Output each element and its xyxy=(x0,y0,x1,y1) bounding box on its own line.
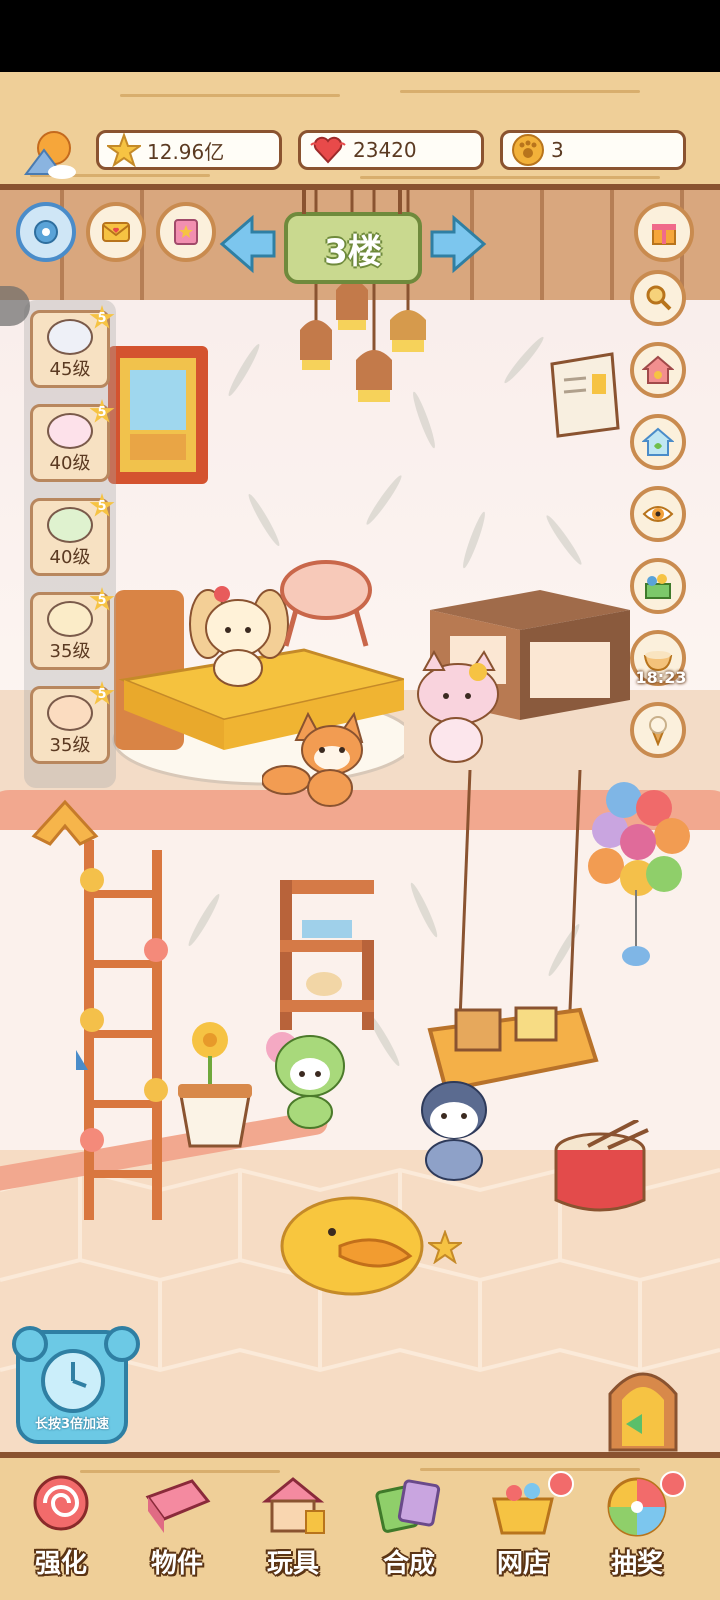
cooldown-timer: 18:23 xyxy=(635,668,687,687)
star-icon xyxy=(107,133,141,167)
pet-avatar xyxy=(47,695,93,731)
fox-pet[interactable] xyxy=(262,700,372,810)
treasure-box-icon xyxy=(645,574,671,599)
weather-sun-icon[interactable] xyxy=(22,128,78,180)
nav-upgrade[interactable]: 强化 xyxy=(6,1465,116,1595)
pet-level-panel: 5 45级 5 40级 5 40级 5 35级 5 35级 xyxy=(24,300,116,788)
eye-button[interactable] xyxy=(630,486,686,542)
nav-label: 合成 xyxy=(382,1549,435,1579)
pet-star-badge: 5 xyxy=(89,305,115,329)
paw-house-icon xyxy=(642,355,674,384)
green-house-icon xyxy=(642,427,674,456)
settings-button[interactable] xyxy=(16,202,76,262)
pet-star-badge: 5 xyxy=(89,399,115,423)
pet-avatar xyxy=(47,319,93,355)
treasure-box-button[interactable] xyxy=(630,558,686,614)
stars-value: 12.96亿 xyxy=(147,139,225,164)
prev-floor-arrow[interactable] xyxy=(218,214,278,274)
book-icon xyxy=(174,219,198,245)
lollipop-icon xyxy=(33,1475,89,1531)
round-mirror-table[interactable] xyxy=(276,560,376,650)
wall-calendar[interactable] xyxy=(546,340,626,450)
shop-notification-dot xyxy=(548,1471,574,1497)
lottery-notification-dot xyxy=(660,1471,686,1497)
eye-icon xyxy=(642,506,674,522)
speed-up-button[interactable]: 长按3倍加速 xyxy=(12,1326,140,1444)
coins-value: 3 xyxy=(551,138,564,162)
pet-card-1[interactable]: 5 45级 xyxy=(30,305,115,388)
hearts-value: 23420 xyxy=(353,138,417,162)
pet-card-3[interactable]: 5 40级 xyxy=(30,493,115,576)
nav-label: 抽奖 xyxy=(610,1549,663,1579)
floor-sign[interactable]: 3楼 xyxy=(284,212,422,284)
pet-level-label: 40级 xyxy=(49,547,91,568)
pet-star-badge: 5 xyxy=(89,587,115,611)
nav-label: 网店 xyxy=(496,1549,549,1579)
go-up-arrow[interactable] xyxy=(30,798,100,848)
gift-box-icon xyxy=(652,224,676,245)
pet-level-label: 35级 xyxy=(49,641,91,662)
pet-level-label: 45级 xyxy=(49,359,91,380)
winged-heart-icon xyxy=(310,136,346,164)
pet-level-label: 40级 xyxy=(49,453,91,474)
nav-label: 玩具 xyxy=(266,1549,319,1579)
paw-house-button[interactable] xyxy=(630,342,686,398)
ice-cream-icon xyxy=(649,716,667,746)
flower-pot[interactable] xyxy=(170,1020,260,1150)
hearts-counter[interactable]: 23420 xyxy=(298,130,484,170)
toy-house-icon xyxy=(261,1477,325,1534)
pet-avatar xyxy=(47,507,93,543)
pet-level-label: 35级 xyxy=(49,735,91,756)
seal-pet[interactable] xyxy=(412,1070,502,1190)
star-pickup-icon[interactable] xyxy=(428,1230,462,1264)
decorated-ladder[interactable] xyxy=(76,840,176,1220)
mail-button[interactable] xyxy=(86,202,146,262)
coins-counter[interactable]: 3 xyxy=(500,130,686,170)
green-sprout-pet[interactable] xyxy=(262,1020,358,1130)
nav-merge[interactable]: 合成 xyxy=(354,1465,464,1595)
envelope-icon xyxy=(102,222,130,242)
book-shelf[interactable] xyxy=(272,880,382,1030)
cards-icon xyxy=(375,1479,441,1533)
pet-star-badge: 5 xyxy=(89,493,115,517)
nav-items[interactable]: 物件 xyxy=(122,1465,232,1595)
next-floor-arrow[interactable] xyxy=(428,214,488,274)
pet-star-badge: 5 xyxy=(89,681,115,705)
book-button[interactable] xyxy=(156,202,216,262)
pet-avatar xyxy=(47,413,93,449)
stars-counter[interactable]: 12.96亿 xyxy=(96,130,282,170)
duck-cushion[interactable] xyxy=(280,1190,430,1300)
nav-toys[interactable]: 玩具 xyxy=(238,1465,348,1595)
bell-right-icon xyxy=(104,1326,140,1362)
pet-card-2[interactable]: 5 40级 xyxy=(30,399,115,482)
clock-icon xyxy=(41,1349,105,1413)
exit-door[interactable] xyxy=(604,1360,682,1452)
green-house-button[interactable] xyxy=(630,414,686,470)
nav-label: 物件 xyxy=(150,1549,203,1579)
speed-up-label: 长按3倍加速 xyxy=(34,1417,110,1432)
nav-label: 强化 xyxy=(34,1549,87,1579)
floor-label: 3楼 xyxy=(324,231,382,272)
pink-cat-pet[interactable] xyxy=(410,650,510,770)
nav-lottery[interactable]: 抽奖 xyxy=(582,1465,692,1595)
pet-card-4[interactable]: 5 35级 xyxy=(30,587,115,670)
status-bar xyxy=(0,0,720,72)
piano-icon xyxy=(145,1479,211,1533)
magnifier-icon xyxy=(646,285,672,311)
toy-drum[interactable] xyxy=(548,1120,658,1220)
paw-coin-icon xyxy=(512,134,544,166)
magnifier-button[interactable] xyxy=(630,270,686,326)
ice-cream-button[interactable] xyxy=(630,702,686,758)
pet-avatar xyxy=(47,601,93,637)
gift-button[interactable] xyxy=(634,202,694,262)
pet-card-5[interactable]: 5 35级 xyxy=(30,681,115,764)
gear-icon xyxy=(34,220,58,244)
wooden-window[interactable] xyxy=(102,340,214,490)
nav-shop[interactable]: 网店 xyxy=(468,1465,578,1595)
hanging-swing[interactable] xyxy=(420,770,600,1100)
